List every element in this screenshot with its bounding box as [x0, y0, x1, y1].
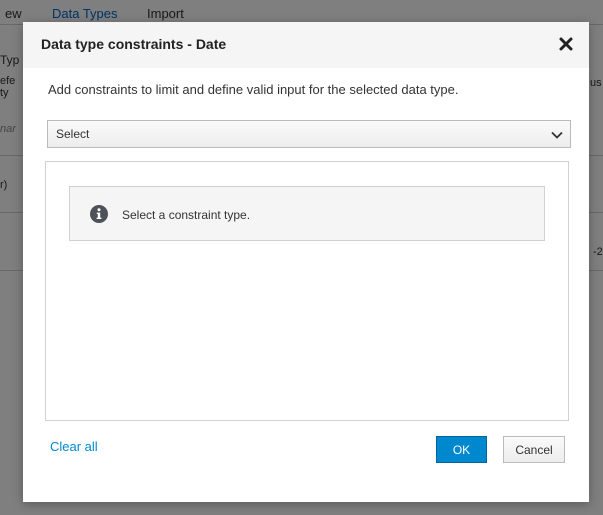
- constraint-panel: Select a constraint type.: [45, 161, 569, 421]
- modal-header: Data type constraints - Date: [23, 22, 589, 68]
- info-message-box: Select a constraint type.: [69, 186, 545, 241]
- cancel-button[interactable]: Cancel: [503, 436, 565, 463]
- select-value: Select: [56, 127, 90, 141]
- info-icon: [90, 205, 108, 223]
- constraint-type-select[interactable]: Select: [47, 120, 571, 148]
- info-message-text: Select a constraint type.: [122, 208, 251, 222]
- clear-all-link[interactable]: Clear all: [50, 439, 98, 454]
- close-icon: [559, 37, 573, 51]
- modal-description: Add constraints to limit and define vali…: [48, 82, 459, 97]
- data-type-constraints-modal: Data type constraints - Date Add constra…: [23, 22, 589, 502]
- close-button[interactable]: [555, 33, 577, 55]
- ok-button[interactable]: OK: [436, 436, 487, 463]
- chevron-down-icon: [550, 128, 564, 142]
- modal-title: Data type constraints - Date: [41, 36, 227, 52]
